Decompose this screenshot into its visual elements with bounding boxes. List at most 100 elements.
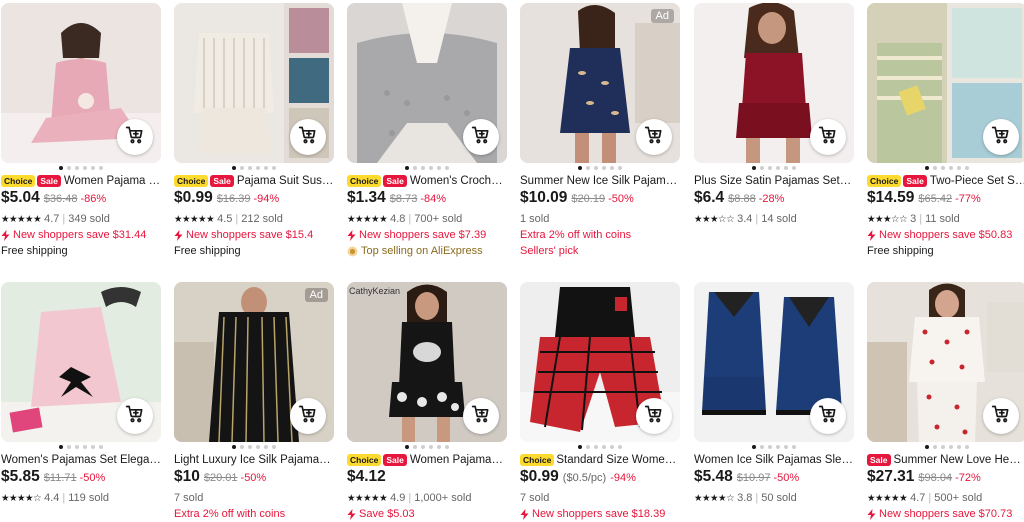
carousel-dot[interactable] (933, 166, 937, 170)
image-carousel-dots[interactable] (520, 163, 680, 173)
carousel-dot[interactable] (75, 445, 79, 449)
image-carousel-dots[interactable] (694, 442, 854, 452)
carousel-dot[interactable] (784, 166, 788, 170)
product-title-row[interactable]: Choice Sale Women's Crochet ... (347, 173, 507, 189)
carousel-dot[interactable] (272, 166, 276, 170)
carousel-dot[interactable] (594, 166, 598, 170)
carousel-dot[interactable] (941, 166, 945, 170)
image-carousel-dots[interactable] (520, 442, 680, 452)
image-carousel-dots[interactable] (174, 442, 334, 452)
carousel-dot[interactable] (67, 445, 71, 449)
product-title-row[interactable]: Choice Sale Two-Piece Set Set... (867, 173, 1024, 189)
carousel-dot[interactable] (437, 445, 441, 449)
carousel-dot[interactable] (445, 166, 449, 170)
product-image[interactable] (694, 282, 854, 442)
carousel-dot[interactable] (752, 166, 756, 170)
carousel-dot[interactable] (445, 445, 449, 449)
product-image[interactable] (520, 282, 680, 442)
carousel-dot[interactable] (256, 445, 260, 449)
carousel-dot[interactable] (240, 445, 244, 449)
product-image[interactable] (174, 3, 334, 163)
carousel-dot[interactable] (75, 166, 79, 170)
product-card[interactable]: Choice Standard Size Women's... $0.99 ($0.5… (520, 282, 680, 522)
carousel-dot[interactable] (792, 445, 796, 449)
product-image[interactable] (867, 282, 1024, 442)
carousel-dot[interactable] (760, 445, 764, 449)
carousel-dot[interactable] (99, 445, 103, 449)
carousel-dot[interactable] (965, 166, 969, 170)
carousel-dot[interactable] (405, 445, 409, 449)
product-title-row[interactable]: Choice Sale Pajama Suit Suspe... (174, 173, 334, 189)
carousel-dot[interactable] (232, 166, 236, 170)
carousel-dot[interactable] (933, 445, 937, 449)
carousel-dot[interactable] (256, 166, 260, 170)
product-card[interactable]: Ad Light Luxury Ice Silk Pajamas ... $10 $2… (174, 282, 334, 522)
carousel-dot[interactable] (272, 445, 276, 449)
product-title-row[interactable]: Sale Summer New Love Heart... (867, 452, 1024, 468)
product-card[interactable]: Choice Sale Pajama Suit Suspe... $0.99 $16.3… (174, 3, 334, 259)
carousel-dot[interactable] (429, 166, 433, 170)
product-title[interactable]: Women Pajamas S... (410, 454, 507, 466)
carousel-dot[interactable] (83, 166, 87, 170)
carousel-dot[interactable] (784, 445, 788, 449)
product-card[interactable]: Plus Size Satin Pajamas Set W... $6.4 $8.8… (694, 3, 854, 227)
carousel-dot[interactable] (413, 445, 417, 449)
carousel-dot[interactable] (949, 445, 953, 449)
carousel-dot[interactable] (586, 445, 590, 449)
carousel-dot[interactable] (594, 445, 598, 449)
product-title[interactable]: Plus Size Satin Pajamas Set W... (694, 175, 854, 187)
product-card[interactable]: Women Ice Silk Pajamas Slee... $5.48 $10.9… (694, 282, 854, 506)
carousel-dot[interactable] (413, 166, 417, 170)
carousel-dot[interactable] (925, 445, 929, 449)
product-image[interactable]: CathyKezian (347, 282, 507, 442)
carousel-dot[interactable] (59, 445, 63, 449)
carousel-dot[interactable] (760, 166, 764, 170)
carousel-dot[interactable] (264, 445, 268, 449)
product-image[interactable] (694, 3, 854, 163)
add-to-cart-button[interactable] (117, 398, 153, 434)
image-carousel-dots[interactable] (694, 163, 854, 173)
product-title-row[interactable]: Women Ice Silk Pajamas Slee... (694, 452, 854, 468)
carousel-dot[interactable] (957, 445, 961, 449)
carousel-dot[interactable] (752, 445, 756, 449)
product-title[interactable]: Standard Size Women's... (556, 454, 680, 466)
add-to-cart-button[interactable] (636, 119, 672, 155)
product-image[interactable]: Ad (520, 3, 680, 163)
carousel-dot[interactable] (941, 445, 945, 449)
carousel-dot[interactable] (957, 166, 961, 170)
carousel-dot[interactable] (602, 166, 606, 170)
carousel-dot[interactable] (248, 445, 252, 449)
add-to-cart-button[interactable] (636, 398, 672, 434)
product-card[interactable]: Choice Sale Women's Crochet ... $1.34 $8.73-… (347, 3, 507, 259)
product-title[interactable]: Women Ice Silk Pajamas Slee... (694, 454, 854, 466)
carousel-dot[interactable] (405, 166, 409, 170)
product-title-row[interactable]: ChoiceSaleWomen Pajama Set... (1, 173, 161, 189)
carousel-dot[interactable] (578, 445, 582, 449)
product-title[interactable]: Pajama Suit Suspe... (237, 175, 334, 187)
carousel-dot[interactable] (618, 445, 622, 449)
carousel-dot[interactable] (429, 445, 433, 449)
carousel-dot[interactable] (610, 166, 614, 170)
product-title-row[interactable]: Summer New Ice Silk Pajamas... (520, 173, 680, 189)
image-carousel-dots[interactable] (347, 442, 507, 452)
carousel-dot[interactable] (240, 166, 244, 170)
product-title[interactable]: Women Pajama Set... (64, 175, 161, 187)
product-image[interactable]: Ad (174, 282, 334, 442)
carousel-dot[interactable] (83, 445, 87, 449)
carousel-dot[interactable] (618, 166, 622, 170)
image-carousel-dots[interactable] (347, 163, 507, 173)
image-carousel-dots[interactable] (1, 442, 161, 452)
product-image[interactable] (867, 3, 1024, 163)
carousel-dot[interactable] (232, 445, 236, 449)
carousel-dot[interactable] (59, 166, 63, 170)
carousel-dot[interactable] (421, 445, 425, 449)
carousel-dot[interactable] (610, 445, 614, 449)
add-to-cart-button[interactable] (983, 398, 1019, 434)
image-carousel-dots[interactable] (174, 163, 334, 173)
product-title[interactable]: Summer New Love Heart... (894, 454, 1024, 466)
product-card[interactable]: Sale Summer New Love Heart... $27.31 $98.04… (867, 282, 1024, 522)
add-to-cart-button[interactable] (290, 119, 326, 155)
image-carousel-dots[interactable] (867, 163, 1024, 173)
product-title[interactable]: Two-Piece Set Set... (930, 175, 1024, 187)
carousel-dot[interactable] (99, 166, 103, 170)
